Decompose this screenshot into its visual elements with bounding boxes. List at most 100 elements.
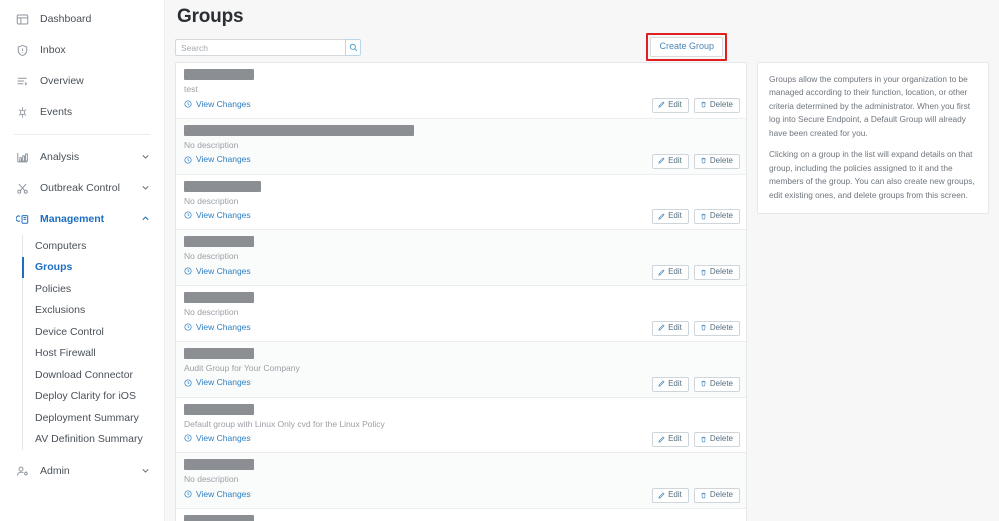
group-name-redacted (184, 69, 254, 80)
sidebar-item-overview[interactable]: Overview (0, 66, 164, 97)
sidebar-item-inbox[interactable]: Inbox (0, 35, 164, 66)
chevron-down-icon[interactable] (140, 151, 152, 165)
delete-button[interactable]: Delete (693, 488, 740, 503)
dashboard-icon (16, 13, 29, 26)
group-name-redacted (184, 515, 254, 521)
sidebar-section-admin[interactable]: Admin (0, 456, 164, 487)
sidebar-item-label: Dashboard (40, 13, 92, 26)
sidebar-section-label: Management (40, 213, 105, 226)
delete-button[interactable]: Delete (693, 153, 740, 169)
delete-label: Delete (709, 434, 733, 444)
view-changes-link[interactable]: View Changes (184, 267, 251, 276)
clock-icon (184, 323, 192, 331)
delete-button[interactable]: Delete (693, 97, 740, 113)
pencil-icon (658, 213, 665, 220)
row-actions: Edit Delete (652, 97, 740, 113)
row-actions: Edit Delete (652, 432, 740, 448)
chevron-up-icon[interactable] (140, 213, 152, 227)
sidebar-item-computers[interactable]: Computers (22, 235, 164, 257)
sidebar-subitem-label: Download Connector (35, 368, 134, 381)
group-row[interactable]: No descriptionView ChangesEditDelete (176, 509, 746, 521)
sidebar-subitem-label: Groups (35, 261, 73, 274)
edit-button[interactable]: Edit (652, 97, 689, 113)
sidebar-subitem-label: Policies (35, 282, 72, 295)
sidebar-item-av-definition-summary[interactable]: AV Definition Summary (22, 429, 164, 451)
sidebar-subitem-label: Computers (35, 239, 87, 252)
edit-label: Edit (668, 322, 682, 332)
group-row[interactable]: No descriptionView ChangesEditDelete (176, 286, 746, 342)
info-panel: Groups allow the computers in your organ… (757, 62, 989, 214)
edit-button[interactable]: Edit (652, 376, 689, 392)
pencil-icon (658, 101, 665, 108)
sidebar-item-host-firewall[interactable]: Host Firewall (22, 343, 164, 365)
sidebar-item-exclusions[interactable]: Exclusions (22, 300, 164, 322)
sidebar-item-groups[interactable]: Groups (22, 256, 164, 279)
view-changes-link[interactable]: View Changes (184, 98, 251, 109)
view-changes-label: View Changes (196, 433, 251, 443)
sidebar-item-events[interactable]: Events (0, 97, 164, 128)
chevron-down-icon[interactable] (140, 182, 152, 196)
group-name-redacted (184, 347, 254, 359)
view-changes-link[interactable]: View Changes (184, 434, 251, 443)
group-row[interactable]: Default group with Linux Only cvd for th… (176, 398, 746, 454)
edit-button[interactable]: Edit (652, 432, 689, 448)
view-changes-link[interactable]: View Changes (184, 211, 251, 220)
edit-label: Edit (668, 211, 682, 221)
group-row[interactable]: No descriptionView ChangesEditDelete (176, 118, 746, 175)
group-description: Default group with Linux Only cvd for th… (184, 418, 385, 429)
search-input[interactable] (175, 39, 345, 56)
group-name-redacted (184, 292, 254, 303)
row-actions: Edit Delete (652, 376, 740, 392)
group-name-redacted (184, 180, 261, 192)
sidebar-item-label: Events (40, 106, 73, 119)
create-group-button[interactable]: Create Group (650, 37, 723, 57)
edit-label: Edit (668, 434, 682, 444)
group-row[interactable]: test View Changes Edit Delete (176, 63, 746, 119)
trash-icon (700, 101, 707, 108)
delete-label: Delete (709, 378, 733, 388)
view-changes-link[interactable]: View Changes (184, 322, 251, 332)
edit-button[interactable]: Edit (652, 265, 689, 280)
sidebar-item-download-connector[interactable]: Download Connector (22, 364, 164, 386)
clock-icon (184, 490, 192, 498)
info-paragraph-1: Groups allow the computers in your organ… (769, 74, 971, 138)
group-row[interactable]: No descriptionView ChangesEditDelete (176, 453, 746, 509)
sidebar-item-policies[interactable]: Policies (22, 278, 164, 300)
view-changes-link[interactable]: View Changes (184, 490, 251, 499)
view-changes-label: View Changes (196, 98, 251, 109)
edit-label: Edit (668, 490, 682, 499)
sidebar-section-analysis[interactable]: Analysis (0, 142, 164, 173)
group-name-redacted (184, 124, 414, 136)
sidebar-section-label: Analysis (40, 151, 80, 164)
group-description: Audit Group for Your Company (184, 362, 300, 373)
delete-label: Delete (709, 99, 733, 109)
group-row[interactable]: No descriptionView ChangesEditDelete (176, 175, 746, 231)
edit-button[interactable]: Edit (652, 320, 689, 336)
trash-icon (700, 213, 707, 220)
search-button[interactable] (345, 39, 361, 56)
delete-button[interactable]: Delete (693, 432, 740, 448)
view-changes-label: View Changes (196, 154, 251, 165)
sidebar-item-deployment-summary[interactable]: Deployment Summary (22, 407, 164, 429)
pencil-icon (658, 436, 665, 443)
group-row[interactable]: Audit Group for Your Company View Changes… (176, 341, 746, 398)
sidebar-item-device-control[interactable]: Device Control (22, 321, 164, 343)
delete-button[interactable]: Delete (693, 376, 740, 392)
sidebar-item-dashboard[interactable]: Dashboard (0, 4, 164, 35)
edit-button[interactable]: Edit (652, 153, 689, 169)
sidebar-section-management[interactable]: Management (0, 204, 164, 235)
delete-button[interactable]: Delete (693, 265, 740, 280)
edit-button[interactable]: Edit (652, 209, 689, 225)
group-description: No description (184, 251, 239, 262)
sidebar-section-outbreak-control[interactable]: Outbreak Control (0, 173, 164, 204)
view-changes-link[interactable]: View Changes (184, 155, 251, 164)
sidebar-item-deploy-clarity-for-ios[interactable]: Deploy Clarity for iOS (22, 386, 164, 408)
trash-icon (700, 157, 707, 164)
view-changes-label: View Changes (196, 488, 251, 499)
view-changes-link[interactable]: View Changes (184, 378, 251, 387)
chevron-down-icon[interactable] (140, 465, 152, 479)
delete-button[interactable]: Delete (693, 320, 740, 336)
edit-button[interactable]: Edit (652, 488, 689, 503)
group-row[interactable]: No description View Changes Edit Delete (176, 230, 746, 286)
delete-button[interactable]: Delete (693, 209, 740, 225)
